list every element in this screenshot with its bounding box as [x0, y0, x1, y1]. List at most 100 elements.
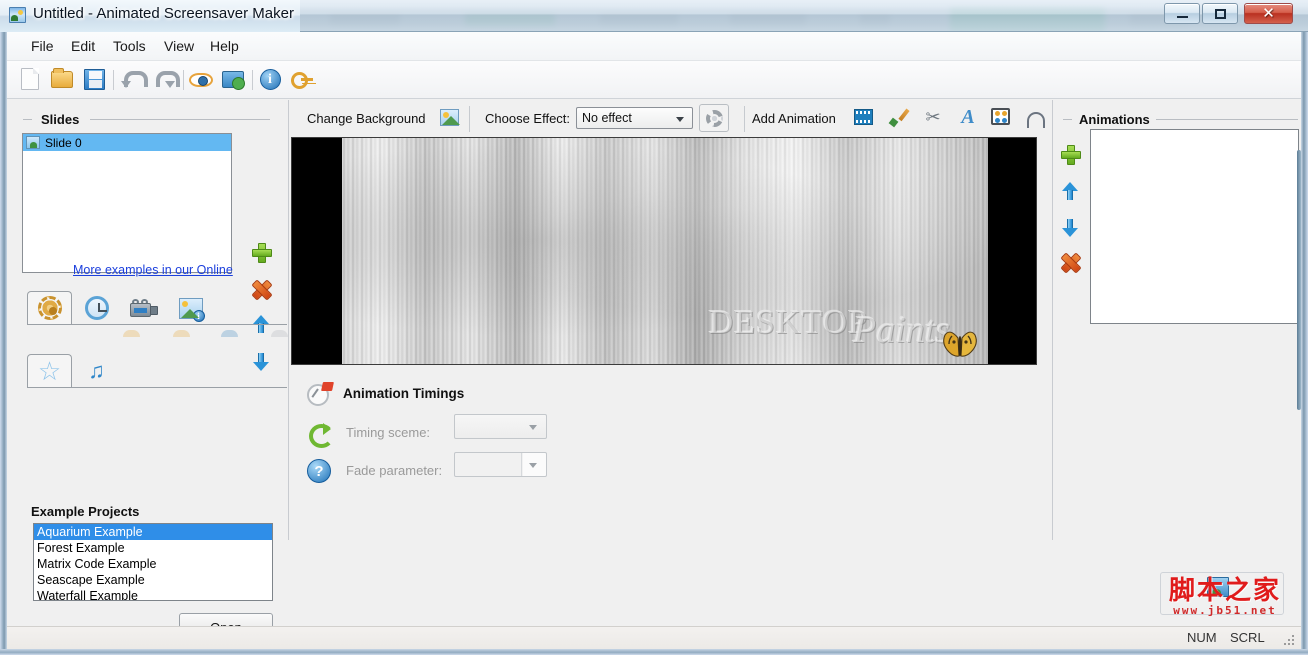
delete-animation-button[interactable] — [1061, 253, 1081, 273]
plus-icon — [252, 243, 272, 263]
slide-label: Slide 0 — [45, 135, 82, 150]
list-item[interactable]: Waterfall Example — [34, 588, 272, 600]
maximize-button[interactable] — [1202, 3, 1238, 24]
list-item[interactable]: Aquarium Example — [34, 524, 272, 540]
list-item[interactable]: Slide 0 — [23, 134, 231, 151]
title-bar: Untitled - Animated Screensaver Maker ✕ — [0, 0, 1308, 32]
examples-list[interactable]: Aquarium Example Forest Example Matrix C… — [33, 523, 273, 601]
status-num-indicator: NUM — [1187, 630, 1217, 645]
text-a-icon[interactable]: A — [959, 107, 977, 127]
slides-group-dash — [23, 119, 32, 120]
effect-select[interactable]: No effect — [576, 107, 693, 129]
window-frame-left — [0, 32, 7, 655]
tab-music[interactable]: ♫ — [74, 354, 119, 387]
butterfly-icon — [943, 331, 977, 357]
image-swap-icon[interactable] — [440, 109, 460, 126]
animations-group-title: Animations — [1079, 112, 1150, 127]
preview-button[interactable] — [188, 68, 214, 92]
animations-list[interactable] — [1090, 129, 1299, 324]
watermark-url-text: www.jb51.net — [1173, 604, 1277, 617]
add-slide-button[interactable] — [252, 243, 272, 263]
undo-button[interactable] — [119, 68, 148, 92]
client-area: File Edit Tools View Help i Slides Slide… — [7, 32, 1301, 649]
preview-eye-icon — [189, 73, 213, 87]
scissors-icon[interactable]: ✂ — [923, 107, 943, 127]
fade-parameter-select[interactable] — [454, 452, 547, 477]
gear-icon — [705, 109, 723, 127]
install-button[interactable] — [220, 68, 246, 92]
toolbar-separator-3 — [252, 70, 253, 90]
list-item[interactable]: Seascape Example — [34, 572, 272, 588]
menu-item-help[interactable]: Help — [201, 37, 248, 56]
video-camera-icon — [129, 299, 158, 317]
preview-canvas[interactable]: DESKTOP Paints — [291, 137, 1037, 365]
tab-image-info[interactable]: i — [168, 291, 213, 324]
animation-timings-panel: Animation Timings Timing sceme: ? Fade p… — [291, 372, 1037, 502]
new-button[interactable] — [17, 68, 43, 92]
save-icon — [83, 69, 105, 90]
timing-scheme-select[interactable] — [454, 414, 547, 439]
minimize-button[interactable] — [1164, 3, 1200, 24]
list-item[interactable]: Forest Example — [34, 540, 272, 556]
move-animation-up-button[interactable] — [1062, 182, 1082, 202]
right-panel: Animations — [1053, 100, 1301, 649]
window-edge-scrollbar[interactable] — [1297, 150, 1301, 410]
examples-panel: Example Projects Aquarium Example Forest… — [22, 494, 288, 642]
film-animation-icon[interactable] — [854, 109, 873, 125]
menu-item-view[interactable]: View — [155, 37, 203, 56]
left-tabs-secondary: ☆ ♫ — [27, 353, 287, 388]
animation-timings-title: Animation Timings — [343, 386, 465, 401]
palette-icon[interactable] — [991, 108, 1010, 125]
recycle-icon — [307, 422, 334, 448]
resize-grip[interactable] — [1283, 632, 1297, 646]
cross-icon — [1061, 253, 1079, 271]
choose-effect-label: Choose Effect: — [485, 111, 571, 126]
about-button[interactable]: i — [257, 68, 283, 92]
app-image-icon — [9, 7, 26, 23]
window-frame-bottom — [0, 649, 1308, 655]
fade-parameter-label: Fade parameter: — [346, 463, 443, 478]
slides-group-title: Slides — [41, 112, 80, 127]
register-button[interactable] — [289, 68, 315, 92]
redo-button[interactable] — [151, 68, 180, 92]
slides-list[interactable]: Slide 0 — [22, 133, 232, 273]
close-button[interactable]: ✕ — [1244, 3, 1293, 24]
alarm-clock-icon — [307, 382, 334, 408]
window-title: Untitled - Animated Screensaver Maker — [33, 5, 294, 22]
menu-item-edit[interactable]: Edit — [62, 37, 104, 56]
effect-select-value: No effect — [582, 111, 632, 125]
add-animation-label: Add Animation — [752, 111, 836, 126]
toolbar: i — [7, 61, 1301, 99]
help-icon[interactable]: ? — [307, 459, 331, 483]
change-background-label[interactable]: Change Background — [307, 111, 426, 126]
more-examples-link[interactable]: More examples in our Online — [73, 263, 233, 277]
tab-general[interactable] — [27, 291, 72, 324]
effect-settings-button[interactable] — [699, 104, 729, 132]
menu-item-tools[interactable]: Tools — [104, 37, 155, 56]
edit-toolbar: Change Background Choose Effect: No effe… — [289, 100, 1052, 137]
animations-group-dash — [1063, 119, 1072, 120]
paintbrush-icon[interactable] — [888, 107, 910, 128]
examples-title: Example Projects — [31, 504, 140, 519]
tab-timing[interactable] — [74, 291, 119, 324]
list-item[interactable]: Matrix Code Example — [34, 556, 272, 572]
save-button[interactable] — [81, 68, 107, 92]
panels-row: Slides Slide 0 i ☆ ♫ Example Projects Aq… — [7, 100, 1301, 649]
timing-scheme-label: Timing sceme: — [346, 425, 431, 440]
status-bar: NUM SCRL — [7, 626, 1301, 649]
open-button-toolbar[interactable] — [49, 68, 75, 92]
tab-video[interactable] — [121, 291, 166, 324]
minimize-icon — [1165, 4, 1199, 23]
menu-item-file[interactable]: File — [22, 37, 63, 56]
add-animation-button[interactable] — [1061, 145, 1081, 165]
clock-icon — [84, 296, 109, 320]
application-window: Untitled - Animated Screensaver Maker ✕ … — [0, 0, 1308, 655]
arc-path-icon[interactable] — [1025, 108, 1045, 128]
move-animation-down-button[interactable] — [1062, 217, 1082, 237]
toolbar-separator-1 — [113, 70, 114, 90]
editbar-separator-2 — [744, 106, 745, 132]
tab-examples[interactable]: ☆ — [27, 354, 72, 387]
star-icon: ☆ — [37, 355, 62, 386]
undo-icon — [121, 70, 148, 90]
arrow-down-icon — [1062, 217, 1078, 237]
